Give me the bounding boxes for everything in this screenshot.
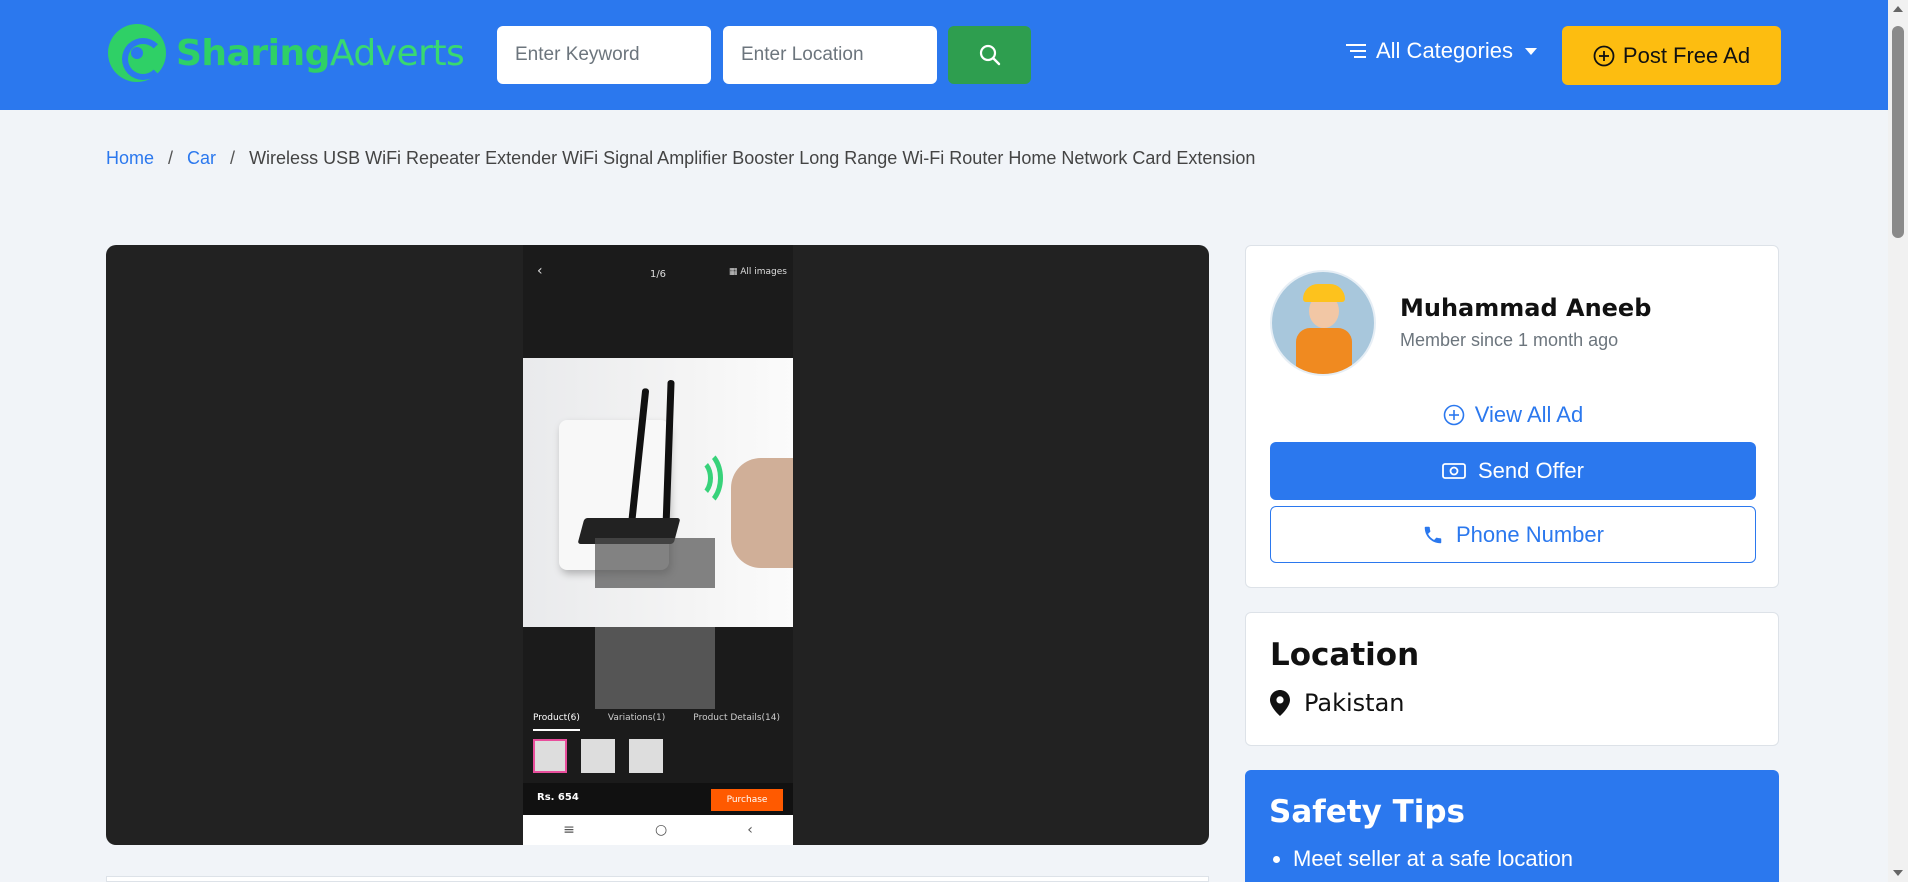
breadcrumb: Home / Car / Wireless USB WiFi Repeater … [106, 148, 1255, 169]
search-button[interactable] [948, 26, 1031, 84]
page-scrollbar[interactable] [1888, 0, 1908, 882]
safety-tip-item: Meet seller at a safe location [1293, 846, 1573, 872]
menu-lines-icon [1346, 44, 1366, 58]
search-icon [979, 44, 1000, 66]
tab-product: Product(6) [533, 713, 580, 731]
scroll-up-icon[interactable] [1893, 6, 1903, 12]
location-text: Pakistan [1304, 689, 1405, 717]
description-card-edge [106, 876, 1209, 882]
back-icon: ‹ [747, 822, 753, 838]
send-offer-label: Send Offer [1478, 458, 1584, 483]
categories-label: All Categories [1376, 38, 1513, 63]
menu-icon: ≡ [563, 822, 575, 838]
avatar [1270, 270, 1376, 376]
post-ad-label: Post Free Ad [1622, 42, 1751, 68]
safety-tips-card: Safety Tips Meet seller at a safe locati… [1245, 770, 1779, 882]
breadcrumb-current: Wireless USB WiFi Repeater Extender WiFi… [249, 148, 1256, 168]
product-image: ‹ 1/6 ▦ All images Product(6) Variations… [523, 245, 793, 845]
post-free-ad-button[interactable]: Post Free Ad [1562, 26, 1781, 85]
breadcrumb-category[interactable]: Car [187, 148, 216, 169]
location-card: Location Pakistan [1245, 612, 1779, 746]
location-title: Location [1270, 637, 1420, 673]
plus-circle-icon [1593, 45, 1615, 66]
thumbnail [533, 739, 567, 773]
view-all-ads-link[interactable]: View All Ad [1246, 402, 1780, 428]
seller-card: Muhammad Aneeb Member since 1 month ago … [1245, 245, 1779, 588]
thumbnail [629, 739, 663, 773]
location-input[interactable]: Enter Location [723, 26, 937, 84]
location-value: Pakistan [1270, 689, 1405, 717]
plus-circle-icon [1443, 404, 1465, 426]
phone-icon [1424, 526, 1442, 543]
top-navbar: SharingAdverts Enter Keyword Enter Locat… [0, 0, 1888, 110]
phone-number-button[interactable]: Phone Number [1270, 506, 1756, 563]
phone-number-label: Phone Number [1456, 521, 1604, 547]
antenna [662, 379, 675, 531]
price-label: Rs. 654 [537, 792, 579, 803]
site-logo[interactable]: SharingAdverts [108, 24, 465, 82]
product-photo [523, 358, 793, 627]
phone-nav-bar: ≡ ○ ‹ [523, 815, 793, 845]
chevron-down-icon [1524, 47, 1537, 55]
breadcrumb-separator: / [168, 148, 174, 168]
thumbnail [581, 739, 615, 773]
logo-icon [108, 24, 166, 82]
tab-variations: Variations(1) [607, 713, 666, 723]
signal-wave [679, 448, 723, 508]
scroll-down-icon[interactable] [1893, 870, 1903, 876]
keyword-input[interactable]: Enter Keyword [497, 26, 711, 84]
map-pin-icon [1270, 690, 1290, 716]
thumbnail-strip [533, 739, 663, 773]
safety-tips-list: Meet seller at a safe location [1293, 846, 1573, 872]
breadcrumb-home[interactable]: Home [106, 148, 154, 169]
scrollbar-thumb[interactable] [1892, 26, 1904, 238]
member-since: Member since 1 month ago [1400, 330, 1619, 350]
seller-name: Muhammad Aneeb [1400, 294, 1652, 322]
image-topbar: ‹ 1/6 ▦ All images [523, 263, 793, 287]
ad-image-gallery[interactable]: ‹ 1/6 ▦ All images Product(6) Variations… [106, 245, 1209, 845]
person-figure [731, 458, 793, 568]
breadcrumb-separator: / [230, 148, 236, 168]
home-circle-icon: ○ [654, 822, 668, 838]
logo-text: SharingAdverts [176, 32, 465, 74]
product-tabs: Product(6) Variations(1) Product Details… [533, 713, 780, 731]
secondary-photo [595, 627, 715, 709]
image-overlay [595, 538, 715, 588]
purchase-label: Purchase [711, 789, 783, 811]
send-offer-button[interactable]: Send Offer [1270, 442, 1756, 500]
all-images-label: ▦ All images [728, 267, 787, 277]
cash-icon [1442, 463, 1466, 479]
all-categories-dropdown[interactable]: All Categories [1346, 38, 1537, 64]
purchase-bar: Rs. 654 Purchase [523, 783, 793, 815]
safety-tips-title: Safety Tips [1269, 794, 1465, 830]
view-all-label: View All Ad [1474, 402, 1584, 427]
tab-product-details: Product Details(14) [693, 713, 781, 723]
